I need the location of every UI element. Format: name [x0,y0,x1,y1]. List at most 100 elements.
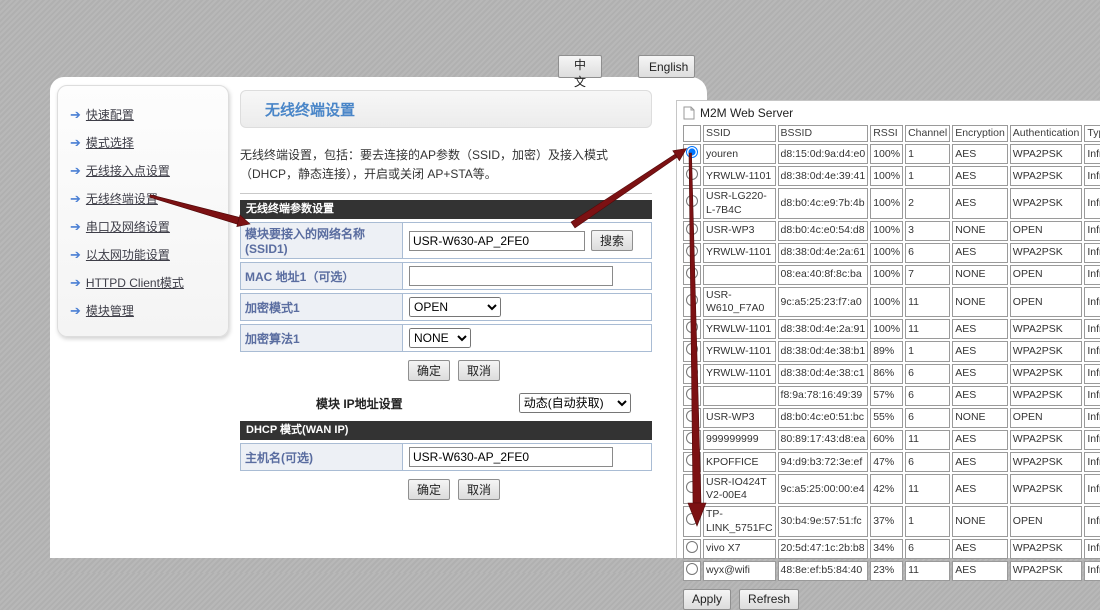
ap-select-radio[interactable] [686,410,698,422]
scan-table-row: 08:ea:40:8f:8c:ba 100% 7 NONE OPEN Infra… [683,265,1100,285]
sta-cancel-button[interactable]: 取消 [458,360,500,381]
ap-select-radio[interactable] [686,366,698,378]
sidebar-item[interactable]: ➔ 无线接入点设置 [70,156,228,184]
mac-input[interactable] [409,266,613,286]
cell-type: Infrastructure [1084,243,1100,263]
sidebar-item[interactable]: ➔ 无线终端设置 [70,184,228,212]
search-button[interactable]: 搜索 [591,230,633,251]
cell-channel: 1 [905,341,950,361]
ap-select-radio[interactable] [686,195,698,207]
cell-type: Infrastructure [1084,506,1100,536]
cell-type: Infrastructure [1084,539,1100,559]
dhcp-cancel-button[interactable]: 取消 [458,479,500,500]
ap-select-radio[interactable] [686,168,698,180]
ap-select-radio[interactable] [686,245,698,257]
sidebar-item[interactable]: ➔ 以太网功能设置 [70,240,228,268]
ap-select-radio[interactable] [686,481,698,493]
ap-select-radio[interactable] [686,388,698,400]
cell-ssid: YRWLW-1101 [703,364,776,384]
sidebar-item[interactable]: ➔ 快速配置 [70,100,228,128]
cell-channel: 11 [905,287,950,317]
encryption-mode-select[interactable]: OPEN [409,297,501,317]
cell-authentication: WPA2PSK [1010,452,1083,472]
cell-authentication: WPA2PSK [1010,341,1083,361]
cell-rssi: 57% [870,386,903,406]
ap-select-radio[interactable] [686,432,698,444]
ap-select-radio[interactable] [686,454,698,466]
cell-type: Infrastructure [1084,430,1100,450]
cell-bssid: f8:9a:78:16:49:39 [778,386,869,406]
dhcp-section-header: DHCP 模式(WAN IP) [240,421,652,440]
hostname-row: 主机名(可选) [240,443,652,471]
cell-channel: 1 [905,166,950,186]
blue-arrow-icon: ➔ [70,248,81,261]
apply-button[interactable]: Apply [683,589,731,610]
cell-authentication: OPEN [1010,506,1083,536]
refresh-button[interactable]: Refresh [739,589,799,610]
scan-table-row: USR-WP3 d8:b0:4c:e0:51:bc 55% 6 NONE OPE… [683,408,1100,428]
cell-rssi: 34% [870,539,903,559]
cell-bssid: d8:38:0d:4e:38:c1 [778,364,869,384]
cell-type: Infrastructure [1084,265,1100,285]
cell-bssid: 08:ea:40:8f:8c:ba [778,265,869,285]
cell-bssid: 20:5d:47:1c:2b:b8 [778,539,869,559]
sidebar-item[interactable]: ➔ 串口及网络设置 [70,212,228,240]
scan-table-row: USR-LG220-L-7B4C d8:b0:4c:e9:7b:4b 100% … [683,188,1100,218]
page-description: 无线终端设置，包括：要去连接的AP参数（SSID，加密）及接入模式（DHCP，静… [240,146,652,183]
hostname-input[interactable] [409,447,613,467]
cell-ssid: vivo X7 [703,539,776,559]
ap-select-radio[interactable] [686,321,698,333]
popup-title-bar: M2M Web Server [681,104,1100,123]
popup-title: M2M Web Server [700,106,793,120]
cell-bssid: d8:38:0d:4e:39:41 [778,166,869,186]
ap-select-radio[interactable] [686,223,698,235]
cell-ssid [703,265,776,285]
cell-bssid: 9c:a5:25:23:f7:a0 [778,287,869,317]
sidebar-nav: ➔ 快速配置 ➔ 模式选择 ➔ 无线接入点设置 ➔ 无线终端设置 ➔ 串口及网络… [57,85,229,337]
cell-authentication: WPA2PSK [1010,430,1083,450]
sidebar-item[interactable]: ➔ 模式选择 [70,128,228,156]
cell-rssi: 100% [870,287,903,317]
cell-ssid: USR-IO424T V2-00E4 [703,474,776,504]
dhcp-ok-button[interactable]: 确定 [408,479,450,500]
cell-ssid: KPOFFICE [703,452,776,472]
cell-bssid: d8:38:0d:4e:2a:91 [778,319,869,339]
cell-rssi: 42% [870,474,903,504]
ap-select-radio[interactable] [686,146,698,158]
cell-channel: 6 [905,243,950,263]
ap-select-radio[interactable] [686,267,698,279]
cell-encryption: AES [952,319,1008,339]
module-ip-setting-select[interactable]: 动态(自动获取) [519,393,631,413]
ap-select-radio[interactable] [686,513,698,525]
cell-rssi: 100% [870,319,903,339]
cell-channel: 2 [905,188,950,218]
language-english-button[interactable]: English [638,55,695,78]
ap-select-radio[interactable] [686,294,698,306]
scan-table-row: TP-LINK_5751FC 30:b4:9e:57:51:fc 37% 1 N… [683,506,1100,536]
cell-authentication: WPA2PSK [1010,243,1083,263]
cell-authentication: WPA2PSK [1010,561,1083,581]
sidebar-item[interactable]: ➔ 模块管理 [70,296,228,324]
ap-select-radio[interactable] [686,541,698,553]
cell-encryption: AES [952,364,1008,384]
sidebar-item-label: 无线接入点设置 [86,162,170,179]
sta-ok-button[interactable]: 确定 [408,360,450,381]
scan-table-row: YRWLW-1101 d8:38:0d:4e:38:c1 86% 6 AES W… [683,364,1100,384]
sidebar-item[interactable]: ➔ HTTPD Client模式 [70,268,228,296]
cell-authentication: OPEN [1010,221,1083,241]
cell-rssi: 23% [870,561,903,581]
col-ssid: SSID [703,125,776,142]
blue-arrow-icon: ➔ [70,220,81,233]
cell-ssid: USR-LG220-L-7B4C [703,188,776,218]
cell-encryption: AES [952,474,1008,504]
cell-channel: 7 [905,265,950,285]
language-chinese-button[interactable]: 中文 [558,55,602,78]
cell-encryption: AES [952,243,1008,263]
ssid-input[interactable] [409,231,585,251]
cell-rssi: 86% [870,364,903,384]
blue-arrow-icon: ➔ [70,164,81,177]
encryption-algorithm-select[interactable]: NONE [409,328,471,348]
ap-select-radio[interactable] [686,343,698,355]
col-bssid: BSSID [778,125,869,142]
col-encryption: Encryption [952,125,1008,142]
